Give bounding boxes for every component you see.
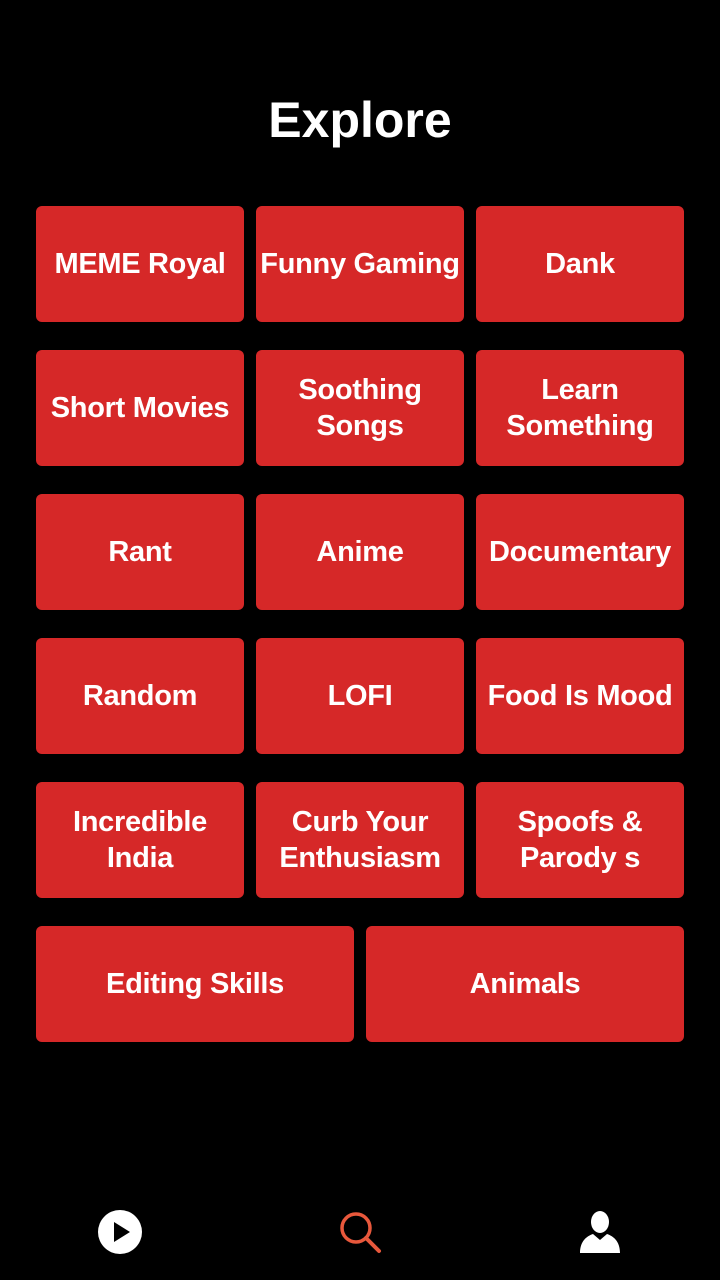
category-animals[interactable]: Animals: [366, 926, 684, 1042]
category-funny-gaming[interactable]: Funny Gaming: [256, 206, 464, 322]
category-lofi[interactable]: LOFI: [256, 638, 464, 754]
category-rant[interactable]: Rant: [36, 494, 244, 610]
search-icon: [340, 1212, 381, 1253]
category-editing-skills[interactable]: Editing Skills: [36, 926, 354, 1042]
bottom-nav: [0, 1180, 720, 1280]
nav-play-button[interactable]: [96, 1208, 144, 1256]
page-title: Explore: [268, 92, 452, 148]
category-short-movies[interactable]: Short Movies: [36, 350, 244, 466]
category-random[interactable]: Random: [36, 638, 244, 754]
category-dank[interactable]: Dank: [476, 206, 684, 322]
category-soothing-songs[interactable]: Soothing Songs: [256, 350, 464, 466]
category-learn-something[interactable]: Learn Something: [476, 350, 684, 466]
category-documentary[interactable]: Documentary: [476, 494, 684, 610]
nav-profile-button[interactable]: [576, 1208, 624, 1256]
category-food-is-mood[interactable]: Food Is Mood: [476, 638, 684, 754]
profile-icon: [580, 1211, 620, 1253]
category-anime[interactable]: Anime: [256, 494, 464, 610]
category-incredible-india[interactable]: Incredible India: [36, 782, 244, 898]
play-icon: [98, 1210, 142, 1254]
category-spoofs-parodys[interactable]: Spoofs & Parody s: [476, 782, 684, 898]
nav-search-button[interactable]: [336, 1208, 384, 1256]
category-curb-your-enthusiasm[interactable]: Curb Your Enthusiasm: [256, 782, 464, 898]
category-meme-royal[interactable]: MEME Royal: [36, 206, 244, 322]
